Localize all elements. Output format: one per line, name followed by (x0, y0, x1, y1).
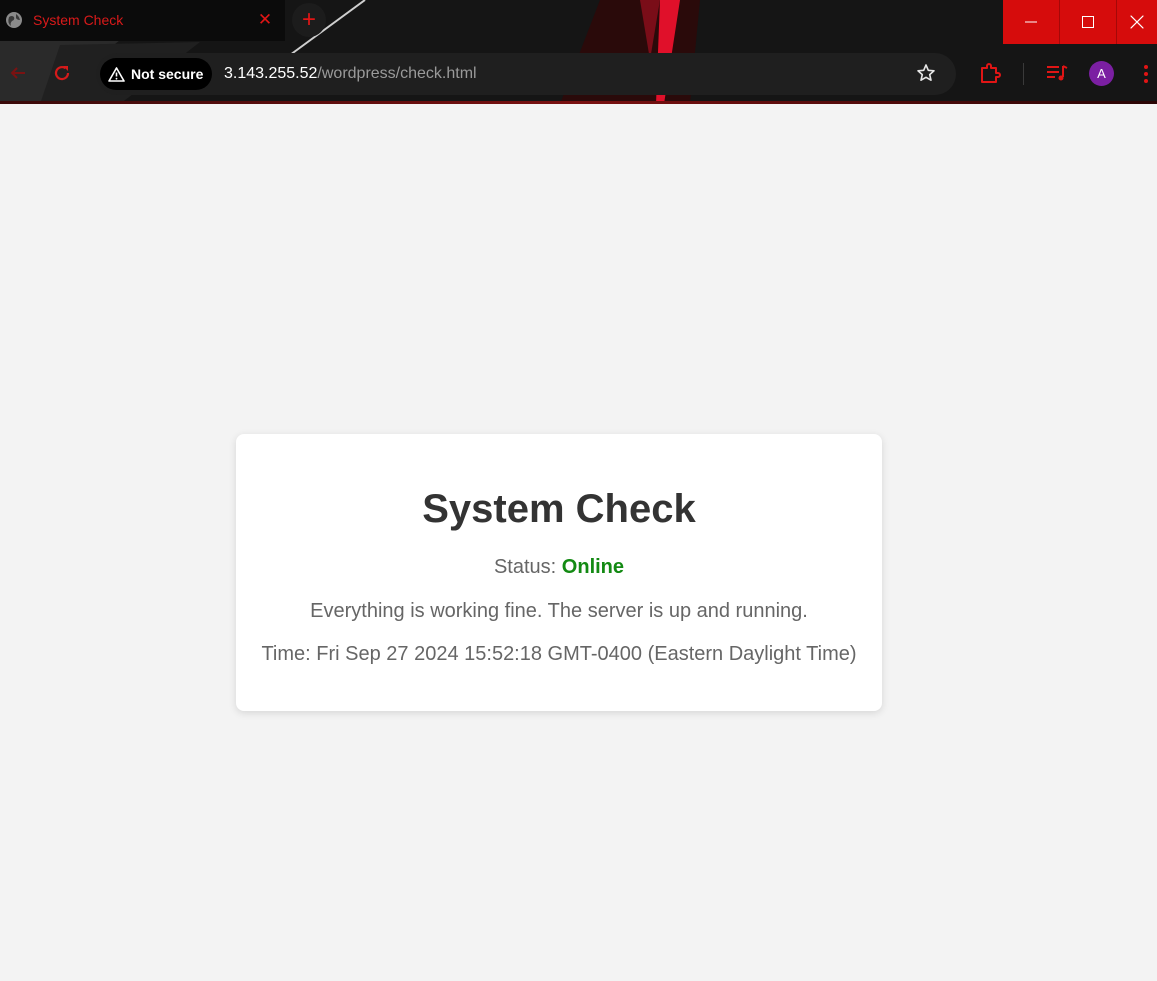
maximize-icon[interactable] (1060, 0, 1116, 44)
time-label: Time: (261, 643, 311, 665)
reload-icon[interactable] (52, 63, 72, 83)
globe-icon (6, 12, 22, 28)
avatar[interactable]: A (1089, 61, 1114, 86)
plus-icon[interactable]: + (292, 3, 326, 37)
status-badge: Online (561, 556, 625, 578)
security-label: Not secure (131, 66, 204, 82)
time-line: Time: Fri Sep 27 2024 15:52:18 GMT-0400 … (236, 643, 882, 666)
security-indicator[interactable]: Not secure (100, 58, 212, 90)
address-bar[interactable]: Not secure 3.143.255.52/wordpress/check.… (96, 53, 956, 95)
status-line: Status: Online (236, 556, 882, 579)
toolbar-divider (1023, 63, 1024, 85)
kebab-menu-icon[interactable] (1142, 64, 1150, 84)
system-check-card: System Check Status: Online Everything i… (236, 434, 882, 711)
media-controls-icon[interactable] (1046, 64, 1068, 82)
window-close-icon[interactable] (1117, 0, 1157, 44)
time-value: Fri Sep 27 2024 15:52:18 GMT-0400 (Easte… (316, 643, 857, 665)
warning-icon (108, 66, 125, 82)
url-text[interactable]: 3.143.255.52/wordpress/check.html (224, 65, 477, 83)
back-arrow-icon[interactable] (9, 64, 27, 82)
status-message: Everything is working fine. The server i… (310, 600, 808, 622)
tab-title: System Check (33, 12, 124, 28)
close-icon[interactable]: ✕ (256, 10, 274, 30)
chrome-divider (0, 101, 1157, 104)
star-icon[interactable] (916, 63, 936, 83)
minimize-icon[interactable] (1003, 0, 1059, 44)
url-host: 3.143.255.52 (224, 65, 318, 82)
url-path: /wordpress/check.html (317, 65, 477, 82)
extensions-icon[interactable] (979, 62, 1001, 84)
browser-chrome: System Check ✕ + Not secure 3.143.255.52… (0, 0, 1157, 104)
active-tab[interactable]: System Check ✕ (0, 0, 285, 41)
page-title: System Check (422, 487, 696, 531)
status-label: Status: (493, 556, 557, 578)
